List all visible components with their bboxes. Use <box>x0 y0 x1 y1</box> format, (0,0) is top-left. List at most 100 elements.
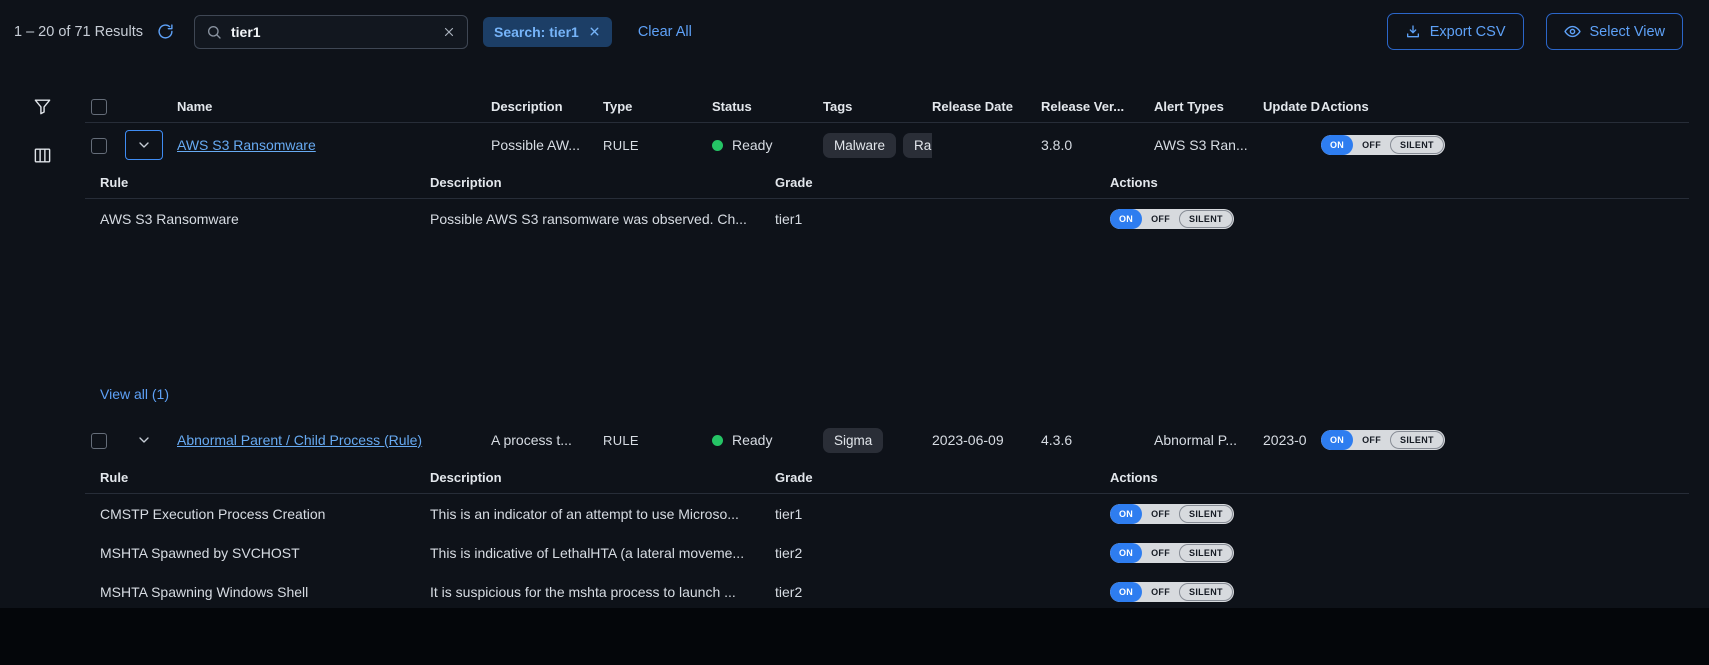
column-header-description[interactable]: Description <box>491 99 603 114</box>
select-all-checkbox[interactable] <box>91 99 107 115</box>
sub-column-description: Description <box>430 175 775 190</box>
header-checkbox-cell <box>85 98 125 115</box>
state-toggle: ON OFF SILENT <box>1110 504 1234 524</box>
sub-column-description: Description <box>430 470 775 485</box>
sub-rule-cell: MSHTA Spawning Windows Shell <box>100 584 430 600</box>
columns-icon[interactable] <box>33 146 52 165</box>
tag-pill[interactable]: Sigma <box>823 428 883 453</box>
row-checkbox[interactable] <box>91 138 107 154</box>
search-clear-icon[interactable] <box>442 25 456 39</box>
eye-icon <box>1564 23 1581 40</box>
search-icon <box>206 24 222 40</box>
expanded-panel: Rule Description Grade Actions AWS S3 Ra… <box>85 167 1689 418</box>
collapse-row-button[interactable] <box>125 130 163 160</box>
sub-description-cell: Possible AWS S3 ransomware was observed.… <box>430 211 775 227</box>
state-toggle: ON OFF SILENT <box>1321 430 1445 450</box>
name-cell: AWS S3 Ransomware <box>177 137 491 153</box>
sub-column-actions: Actions <box>1110 175 1689 190</box>
filter-icon[interactable] <box>33 97 52 116</box>
toggle-silent[interactable]: SILENT <box>1179 210 1233 228</box>
expand-cell <box>125 130 177 160</box>
toggle-silent[interactable]: SILENT <box>1390 136 1444 154</box>
toggle-off[interactable]: OFF <box>1142 209 1179 229</box>
export-csv-button[interactable]: Export CSV <box>1387 13 1524 50</box>
results-count: 1 – 20 of 71 Results <box>14 24 143 40</box>
tags-cell: Malware Ra <box>823 133 932 158</box>
column-header-actions: Actions <box>1321 99 1689 114</box>
state-toggle: ON OFF SILENT <box>1321 135 1445 155</box>
bottom-bar <box>0 608 1709 665</box>
toggle-silent[interactable]: SILENT <box>1179 505 1233 523</box>
column-header-status[interactable]: Status <box>712 99 823 114</box>
column-header-tags[interactable]: Tags <box>823 99 932 114</box>
column-header-type[interactable]: Type <box>603 99 712 114</box>
state-toggle: ON OFF SILENT <box>1110 543 1234 563</box>
release-version-cell: 3.8.0 <box>1041 137 1154 153</box>
release-date-cell: 2023-06-09 <box>932 432 1041 448</box>
table-row: AWS S3 Ransomware Possible AW... RULE Re… <box>85 123 1689 167</box>
chevron-down-icon <box>136 432 152 448</box>
sub-grade-cell: tier2 <box>775 584 1110 600</box>
sub-table-header: Rule Description Grade Actions <box>85 462 1689 494</box>
sub-actions-cell: ON OFF SILENT <box>1110 504 1689 524</box>
toggle-on[interactable]: ON <box>1110 209 1142 229</box>
tag-pill[interactable]: Ra <box>903 133 932 158</box>
sub-table-row: AWS S3 Ransomware Possible AWS S3 ransom… <box>85 199 1689 238</box>
column-header-update-date[interactable]: Update D <box>1263 99 1321 114</box>
search-filter-chip[interactable]: Search: tier1 <box>483 17 612 47</box>
row-checkbox[interactable] <box>91 433 107 449</box>
status-ready-dot <box>712 435 723 446</box>
row-checkbox-cell <box>85 431 125 448</box>
sub-rule-cell: CMSTP Execution Process Creation <box>100 506 430 522</box>
actions-cell: ON OFF SILENT <box>1321 430 1689 450</box>
sub-table-header: Rule Description Grade Actions <box>85 167 1689 199</box>
status-cell: Ready <box>712 432 823 448</box>
toggle-on[interactable]: ON <box>1110 582 1142 602</box>
refresh-icon[interactable] <box>157 23 174 40</box>
body: Name Description Type Status Tags Releas… <box>0 63 1709 608</box>
rule-name-link[interactable]: Abnormal Parent / Child Process (Rule) <box>177 432 422 448</box>
status-cell: Ready <box>712 137 823 153</box>
export-csv-label: Export CSV <box>1430 24 1506 40</box>
toggle-off[interactable]: OFF <box>1142 543 1179 563</box>
column-header-release-date[interactable]: Release Date <box>932 99 1041 114</box>
select-view-button[interactable]: Select View <box>1546 13 1684 50</box>
column-header-name[interactable]: Name <box>177 99 491 114</box>
search-input[interactable] <box>231 24 433 40</box>
chip-close-icon[interactable] <box>588 25 601 38</box>
sub-table-row: MSHTA Spawning Windows Shell It is suspi… <box>85 572 1689 608</box>
tag-pill[interactable]: Malware <box>823 133 896 158</box>
sidebar <box>0 63 85 608</box>
row-checkbox-cell <box>85 136 125 153</box>
release-version-cell: 4.3.6 <box>1041 432 1154 448</box>
tags-cell: Sigma <box>823 428 932 453</box>
column-header-release-version[interactable]: Release Ver... <box>1041 99 1154 114</box>
sub-column-grade: Grade <box>775 175 1110 190</box>
chevron-down-icon <box>136 137 152 153</box>
view-all-link[interactable]: View all (1) <box>100 386 169 402</box>
collapse-row-button[interactable] <box>125 425 163 455</box>
toggle-on[interactable]: ON <box>1321 135 1353 155</box>
toggle-off[interactable]: OFF <box>1142 504 1179 524</box>
name-cell: Abnormal Parent / Child Process (Rule) <box>177 432 491 448</box>
sub-actions-cell: ON OFF SILENT <box>1110 543 1689 563</box>
toggle-silent[interactable]: SILENT <box>1179 544 1233 562</box>
clear-all-link[interactable]: Clear All <box>638 24 692 40</box>
toggle-off[interactable]: OFF <box>1353 135 1390 155</box>
state-toggle: ON OFF SILENT <box>1110 582 1234 602</box>
toggle-silent[interactable]: SILENT <box>1390 431 1444 449</box>
rule-name-link[interactable]: AWS S3 Ransomware <box>177 137 316 153</box>
toggle-off[interactable]: OFF <box>1142 582 1179 602</box>
sub-column-rule: Rule <box>100 470 430 485</box>
actions-cell: ON OFF SILENT <box>1321 135 1689 155</box>
toggle-on[interactable]: ON <box>1321 430 1353 450</box>
sub-column-actions: Actions <box>1110 470 1689 485</box>
toggle-silent[interactable]: SILENT <box>1179 583 1233 601</box>
toggle-on[interactable]: ON <box>1110 504 1142 524</box>
toggle-off[interactable]: OFF <box>1353 430 1390 450</box>
toggle-on[interactable]: ON <box>1110 543 1142 563</box>
sub-description-cell: This is indicative of LethalHTA (a later… <box>430 545 775 561</box>
column-header-alert-types[interactable]: Alert Types <box>1154 99 1263 114</box>
status-ready-dot <box>712 140 723 151</box>
topbar: 1 – 20 of 71 Results Search: tier1 Clear… <box>0 0 1709 63</box>
